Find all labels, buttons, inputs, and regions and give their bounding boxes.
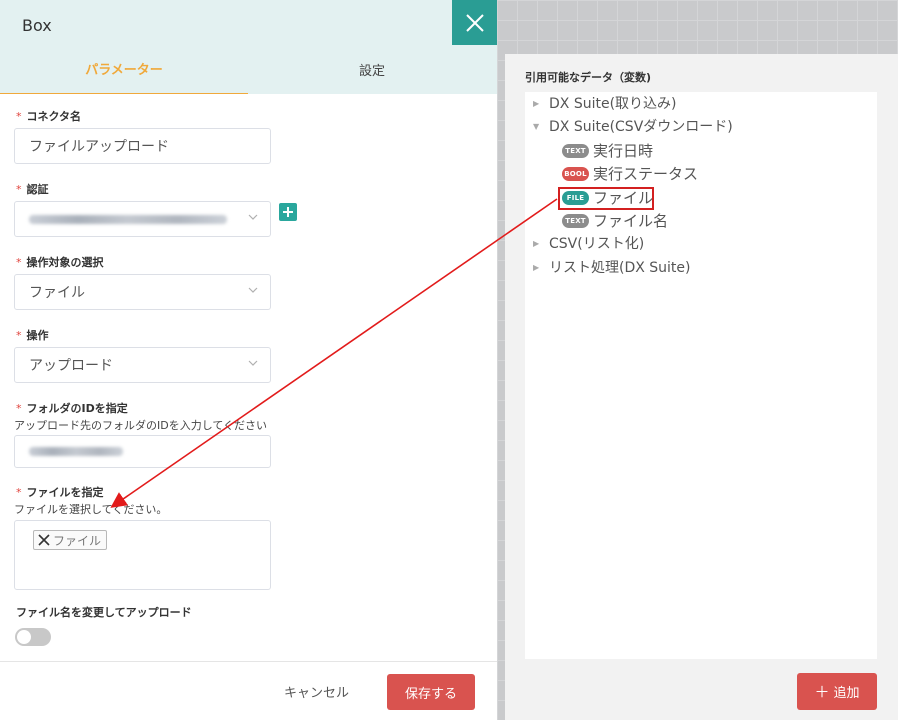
required-mark: * (16, 183, 22, 196)
folder-id-label: * フォルダのIDを指定 (16, 400, 484, 416)
variable-filename[interactable]: TEXT ファイル名 (562, 210, 668, 231)
caret-right-icon: ▶ (533, 262, 540, 272)
toggle-knob (17, 630, 31, 644)
tree-node-dxsuite-import[interactable]: ▶ DX Suite(取り込み) (533, 93, 677, 113)
chevron-down-icon (248, 287, 258, 293)
variable-label: ファイル名 (593, 212, 669, 230)
target-select[interactable]: ファイル (14, 274, 271, 310)
annotation-highlight-box (558, 187, 654, 210)
tree-node-dxsuite-csv[interactable]: ▼ DX Suite(CSVダウンロード) (533, 116, 733, 136)
add-button-label: 追加 (833, 686, 860, 701)
file-chip-label: ファイル (53, 533, 102, 548)
rename-toggle[interactable] (15, 628, 51, 646)
file-label-text: ファイルを指定 (26, 486, 104, 499)
chevron-down-icon (248, 360, 258, 366)
tree-node-list-processing[interactable]: ▶ リスト処理(DX Suite) (533, 257, 691, 277)
tab-parameters[interactable]: パラメーター (0, 44, 248, 94)
type-badge: TEXT (562, 213, 589, 228)
required-mark: * (16, 329, 22, 342)
variable-label: 実行ステータス (593, 165, 699, 183)
folder-id-label-text: フォルダのIDを指定 (26, 402, 128, 415)
file-variable-chip[interactable]: ファイル (33, 530, 108, 550)
save-button[interactable]: 保存する (387, 674, 475, 710)
target-label-text: 操作対象の選択 (26, 256, 104, 269)
dialog-title: Box (22, 16, 52, 35)
target-label: * 操作対象の選択 (16, 254, 484, 270)
file-label: * ファイルを指定 (16, 484, 484, 500)
required-mark: * (16, 110, 22, 123)
connector-settings-dialog: Box パラメーター 設定 * コネクタ名 ファイルアップロード * 認証 * 操作対… (0, 0, 497, 720)
operation-label-text: 操作 (26, 329, 49, 342)
caret-down-icon: ▼ (533, 121, 540, 131)
auth-value-redacted (29, 214, 227, 224)
type-badge: TEXT (562, 143, 589, 158)
connector-name-value: ファイルアップロード (29, 139, 169, 155)
dialog-header: Box パラメーター 設定 (0, 0, 497, 94)
file-drop-area[interactable]: ファイル (14, 520, 271, 590)
auth-select[interactable] (14, 201, 271, 237)
tree-node-label: CSV(リスト化) (549, 236, 645, 252)
connector-name-input[interactable]: ファイルアップロード (14, 128, 271, 164)
variables-panel-title: 引用可能なデータ（変数) (525, 71, 652, 84)
operation-label: * 操作 (16, 327, 484, 343)
variables-panel: 引用可能なデータ（変数) ▶ DX Suite(取り込み) ▼ DX Suite… (505, 54, 898, 720)
add-button[interactable]: ＋追加 (797, 673, 877, 710)
required-mark: * (16, 486, 22, 499)
variables-tree: ▶ DX Suite(取り込み) ▼ DX Suite(CSVダウンロード) T… (525, 92, 877, 659)
dialog-footer: キャンセル 保存する (0, 661, 497, 720)
add-auth-button[interactable] (279, 203, 297, 221)
tree-node-csv-list[interactable]: ▶ CSV(リスト化) (533, 233, 644, 253)
auth-label-text: 認証 (26, 183, 49, 196)
operation-value: アップロード (29, 358, 113, 374)
rename-label: ファイル名を変更してアップロード (16, 606, 192, 619)
plus-icon (283, 207, 293, 217)
connector-name-label-text: コネクタ名 (26, 110, 82, 123)
cancel-button[interactable]: キャンセル (284, 682, 349, 701)
connector-name-label: * コネクタ名 (16, 108, 484, 124)
folder-id-value-redacted (29, 447, 123, 456)
close-button[interactable] (452, 0, 497, 45)
variable-exec-status[interactable]: BOOL 実行ステータス (562, 163, 698, 184)
folder-id-input[interactable] (14, 435, 271, 468)
variable-exec-datetime[interactable]: TEXT 実行日時 (562, 140, 653, 161)
tree-node-label: DX Suite(取り込み) (549, 96, 677, 112)
required-mark: * (16, 402, 22, 415)
chevron-down-icon (248, 214, 258, 220)
remove-variable-icon[interactable] (38, 534, 50, 546)
variable-label: 実行日時 (593, 142, 654, 160)
target-value: ファイル (29, 285, 85, 301)
required-mark: * (16, 256, 22, 269)
folder-id-help: アップロード先のフォルダのIDを入力してください (14, 419, 268, 432)
parameter-form: * コネクタ名 ファイルアップロード * 認証 * 操作対象の選択 ファイル * 操作 … (14, 108, 484, 646)
operation-select[interactable]: アップロード (14, 347, 271, 383)
caret-right-icon: ▶ (533, 238, 540, 248)
plus-icon: ＋ (814, 683, 830, 701)
close-icon (465, 13, 484, 32)
auth-label: * 認証 (16, 181, 484, 197)
tree-node-label: リスト処理(DX Suite) (549, 260, 691, 276)
caret-right-icon: ▶ (533, 98, 540, 108)
file-help: ファイルを選択してください。 (14, 503, 168, 516)
type-badge: BOOL (562, 166, 589, 181)
dialog-tabs: パラメーター 設定 (0, 44, 497, 94)
tree-node-label: DX Suite(CSVダウンロード) (549, 119, 733, 135)
tab-settings[interactable]: 設定 (248, 44, 496, 94)
